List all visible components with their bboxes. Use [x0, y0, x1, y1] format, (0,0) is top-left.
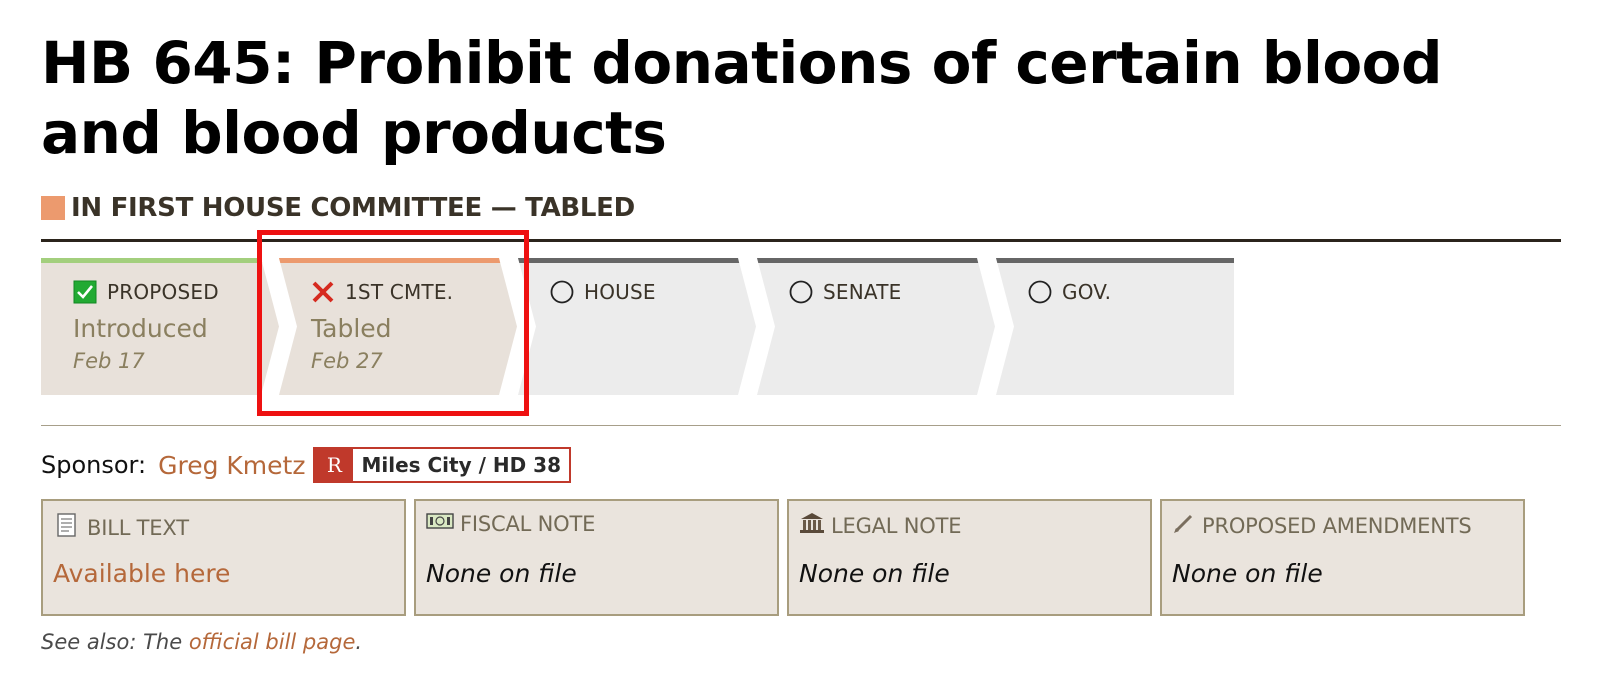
stage-background	[757, 258, 995, 395]
highlight-box	[257, 230, 529, 416]
page-title: HB 645: Prohibit donations of certain bl…	[41, 29, 1443, 167]
doc-label: PROPOSED AMENDMENTS	[1202, 513, 1472, 538]
sponsor-label: Sponsor:	[41, 451, 147, 479]
scroll-document-icon	[53, 511, 81, 544]
stage-proposed: PROPOSED Introduced Feb 17	[41, 258, 279, 395]
legal-note-card: LEGAL NOTE None on file	[787, 499, 1152, 616]
stage-house: HOUSE	[518, 258, 756, 395]
stage-background	[996, 258, 1234, 395]
empty-circle-icon	[789, 280, 813, 304]
sponsor-line: Sponsor: Greg Kmetz R Miles City / HD 38	[41, 447, 571, 483]
status-banner: IN FIRST HOUSE COMMITTEE — TABLED	[41, 193, 635, 223]
district-label: Miles City / HD 38	[353, 449, 569, 481]
bill-text-link[interactable]: Available here	[53, 559, 230, 588]
bill-text-card: BILL TEXT Available here	[41, 499, 406, 616]
stage-senate: SENATE	[757, 258, 995, 395]
empty-circle-icon	[1028, 280, 1052, 304]
pen-icon	[1172, 511, 1196, 540]
doc-label: LEGAL NOTE	[831, 513, 962, 538]
check-box-icon	[73, 280, 97, 304]
proposed-amendments-value: None on file	[1172, 559, 1323, 588]
doc-label: FISCAL NOTE	[460, 511, 596, 536]
official-bill-page-link[interactable]: official bill page	[189, 630, 356, 654]
see-also-line: See also: The official bill page.	[41, 630, 362, 654]
fiscal-note-value: None on file	[426, 559, 577, 588]
stage-background	[518, 258, 756, 395]
party-district-badge: R Miles City / HD 38	[313, 447, 571, 483]
divider	[41, 425, 1561, 426]
doc-label: BILL TEXT	[87, 515, 189, 540]
proposed-amendments-card: PROPOSED AMENDMENTS None on file	[1160, 499, 1525, 616]
see-also-suffix: .	[355, 630, 363, 654]
stage-status: Introduced	[73, 314, 208, 343]
status-swatch	[41, 196, 65, 220]
stage-governor: GOV.	[996, 258, 1234, 395]
stage-label: SENATE	[823, 280, 902, 304]
stage-label: HOUSE	[584, 280, 656, 304]
stage-label: PROPOSED	[107, 280, 219, 304]
money-bill-icon	[426, 511, 454, 536]
stage-label: GOV.	[1062, 280, 1112, 304]
courthouse-icon	[799, 511, 825, 540]
empty-circle-icon	[550, 280, 574, 304]
sponsor-name-link[interactable]: Greg Kmetz	[158, 451, 305, 480]
see-also-prefix: See also: The	[41, 630, 189, 654]
fiscal-note-card: FISCAL NOTE None on file	[414, 499, 779, 616]
stage-date: Feb 17	[73, 349, 145, 373]
legal-note-value: None on file	[799, 559, 950, 588]
party-badge: R	[315, 449, 354, 481]
status-text: IN FIRST HOUSE COMMITTEE — TABLED	[71, 193, 635, 223]
